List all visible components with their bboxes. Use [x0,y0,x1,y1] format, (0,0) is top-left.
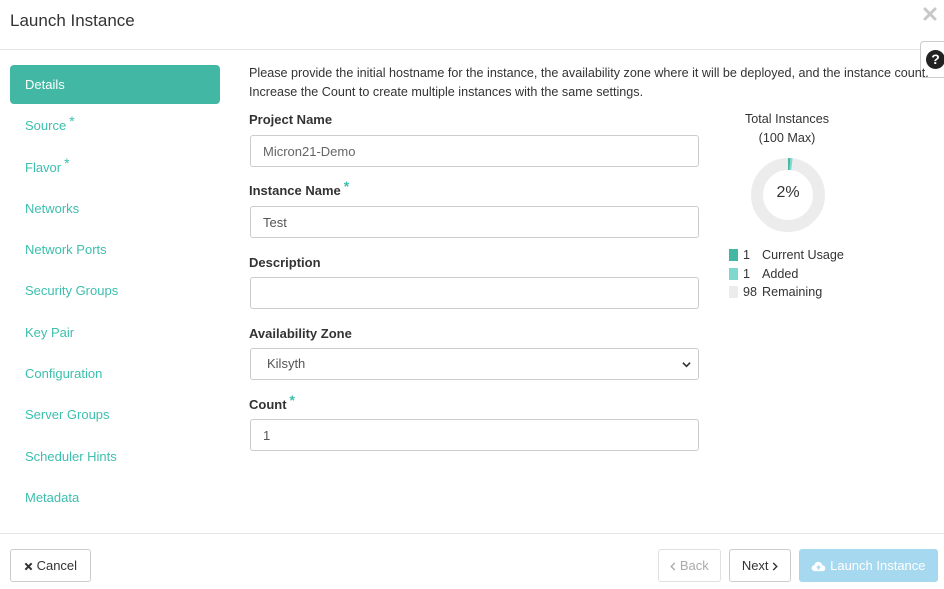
description-field[interactable] [250,277,699,309]
nav-item-configuration[interactable]: Configuration [10,354,220,393]
required-marker: * [343,178,350,194]
quota-chart-title: Total Instances (100 Max) [728,110,846,148]
nav-item-label: Details [25,77,65,92]
availability-zone-select[interactable]: Kilsyth [250,348,699,380]
nav-item-label: Scheduler Hints [25,448,117,464]
quota-title-line1: Total Instances [744,112,829,126]
instance-name-label: Instance Name [249,183,341,198]
next-button[interactable]: Next [729,549,791,582]
legend-swatch [729,249,738,261]
launch-instance-button[interactable]: Launch Instance [799,549,938,582]
required-marker: * [289,392,295,408]
nav-item-security-groups[interactable]: Security Groups [10,271,220,310]
nav-item-scheduler-hints[interactable]: Scheduler Hints [10,437,220,476]
nav-item-label: Server Groups [25,407,110,423]
chevron-left-icon [670,562,676,571]
legend-value: 98 [743,285,758,299]
nav-item-label: Networks [25,200,80,216]
wizard-nav: Details Source * Flavor * Networks Network… [10,65,220,519]
nav-item-network-ports[interactable]: Network Ports [10,230,220,269]
legend-value: 1 [743,248,751,262]
nav-item-label: Metadata [25,489,80,505]
availability-zone-label: Availability Zone [249,326,352,341]
back-label: Back [679,558,709,573]
description-label: Description [249,255,321,270]
nav-item-label: Security Groups [25,283,119,299]
nav-item-source[interactable]: Source * [10,106,220,145]
nav-item-label: Configuration [25,366,103,382]
legend-label: Remaining [762,285,823,299]
nav-item-flavor[interactable]: Flavor * [10,148,220,187]
instance-name-label-row: Instance Name * [249,178,349,198]
nav-item-label: Source [25,118,67,134]
instance-name-field[interactable] [250,206,699,238]
project-name-label: Project Name [249,112,333,127]
nav-item-label: Network Ports [25,242,107,258]
nav-item-metadata[interactable]: Metadata [10,478,220,517]
modal-title: Launch Instance [10,11,135,30]
quota-percent: 2% [776,184,800,201]
nav-item-label: Key Pair [25,324,75,340]
nav-item-label: Flavor [25,159,62,175]
count-label-row: Count * [249,392,295,412]
close-icon [24,562,33,571]
nav-item-server-groups[interactable]: Server Groups [10,395,220,434]
required-marker: * [69,113,75,130]
nav-item-networks[interactable]: Networks [10,189,220,228]
launch-instance-label: Launch Instance [830,558,926,573]
footer-divider [0,533,944,534]
nav-item-key-pair[interactable]: Key Pair [10,313,220,352]
step-description: Please provide the initial hostname for … [249,66,929,99]
legend-swatch [729,267,738,280]
cancel-label: Cancel [36,558,78,573]
count-label: Count [249,397,287,412]
count-field[interactable] [250,419,699,451]
quota-title-line2: (100 Max) [758,131,816,145]
chevron-right-icon [772,562,778,571]
project-name-field[interactable] [250,135,699,167]
legend-swatch [729,286,738,298]
required-marker: * [64,154,70,171]
legend-value: 1 [743,266,751,281]
nav-item-details[interactable]: Details [10,65,220,104]
close-icon[interactable] [922,6,938,22]
cancel-button[interactable]: Cancel [10,549,91,582]
back-button[interactable]: Back [658,549,721,582]
cloud-upload-icon [812,561,826,572]
header-divider [0,49,920,50]
next-label: Next [741,558,769,573]
legend-label: Current Usage [762,248,844,262]
legend-label: Added [762,266,799,281]
availability-zone-value: Kilsyth [267,356,306,371]
chevron-down-icon [682,362,691,368]
